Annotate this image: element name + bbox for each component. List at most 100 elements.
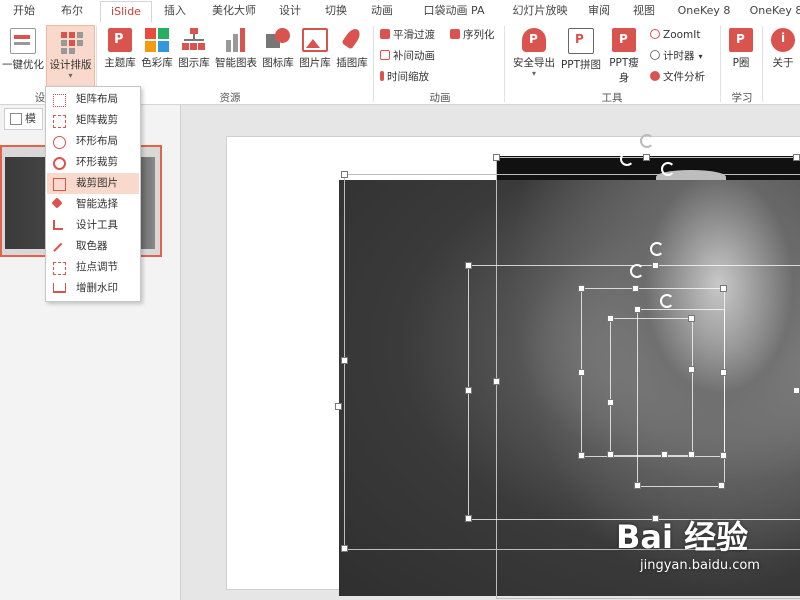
tab-beautify-master[interactable]: 美化大师 bbox=[203, 0, 265, 22]
menu-item-matrix-layout[interactable]: 矩阵布局 bbox=[47, 89, 139, 110]
resize-handle[interactable] bbox=[607, 451, 614, 458]
tab-transitions[interactable]: 切换 bbox=[318, 0, 354, 22]
color-library-button[interactable]: 色彩库 bbox=[139, 28, 175, 86]
tab-animations[interactable]: 动画 bbox=[364, 0, 400, 22]
zoomit-button[interactable]: ZoomIt bbox=[650, 26, 700, 44]
onekey-optimize-button[interactable]: 一键优化 bbox=[2, 28, 44, 86]
template-tab[interactable]: 模 bbox=[4, 108, 43, 130]
resize-handle[interactable] bbox=[634, 306, 641, 313]
rotate-handle-icon[interactable] bbox=[650, 242, 664, 256]
rotate-handle-icon[interactable] bbox=[661, 162, 675, 176]
tab-insert[interactable]: 插入 bbox=[155, 0, 195, 22]
resize-handle[interactable] bbox=[643, 154, 650, 161]
menu-item-design-tools[interactable]: 设计工具 bbox=[47, 215, 139, 236]
tab-review[interactable]: 审阅 bbox=[584, 0, 614, 22]
design-layout-menu: 矩阵布局 矩阵裁剪 环形布局 环形裁剪 裁剪图片 智能选择 设计工具 取色器 拉… bbox=[45, 86, 141, 302]
group-separator bbox=[373, 26, 374, 102]
tween-animation-button[interactable]: 补间动画 bbox=[380, 47, 435, 65]
tab-onekey-2[interactable]: OneKey 8 bbox=[746, 0, 800, 22]
tab-view[interactable]: 视图 bbox=[624, 0, 664, 22]
home-icon bbox=[10, 113, 22, 125]
timer-dropdown-icon: ▾ bbox=[698, 52, 703, 61]
resize-handle[interactable] bbox=[578, 452, 585, 459]
menu-item-watermark[interactable]: 增删水印 bbox=[47, 278, 139, 299]
group-label-resources: 资源 bbox=[219, 92, 241, 104]
resize-handle[interactable] bbox=[607, 399, 614, 406]
resize-handle[interactable] bbox=[718, 482, 725, 489]
menu-item-smart-select[interactable]: 智能选择 bbox=[47, 194, 139, 215]
rotate-handle-icon[interactable] bbox=[620, 152, 634, 166]
menu-item-color-picker[interactable]: 取色器 bbox=[47, 236, 139, 257]
p-circle-button[interactable]: P P圈 bbox=[724, 28, 758, 86]
tab-home[interactable]: 开始 bbox=[4, 0, 44, 22]
rotate-handle-icon[interactable] bbox=[660, 294, 674, 308]
resize-handle[interactable] bbox=[578, 285, 585, 292]
icon-library-icon bbox=[266, 28, 290, 52]
menu-item-matrix-crop[interactable]: 矩阵裁剪 bbox=[47, 110, 139, 131]
resize-handle[interactable] bbox=[341, 171, 348, 178]
resize-handle[interactable] bbox=[465, 515, 472, 522]
safe-export-button[interactable]: P 安全导出 ▾ bbox=[510, 28, 558, 86]
icon-library-button[interactable]: 图标库 bbox=[260, 28, 296, 86]
onekey-optimize-icon bbox=[10, 28, 36, 54]
resize-handle[interactable] bbox=[688, 315, 695, 322]
resize-handle[interactable] bbox=[793, 154, 800, 161]
about-button[interactable]: i 关于 bbox=[766, 28, 800, 86]
diagram-library-icon bbox=[182, 28, 206, 52]
time-scale-button[interactable]: 时间缩放 bbox=[380, 68, 429, 86]
resize-handle[interactable] bbox=[661, 451, 668, 458]
tab-slideshow[interactable]: 幻灯片放映 bbox=[504, 0, 576, 22]
file-analysis-button[interactable]: 文件分析 bbox=[650, 68, 705, 86]
menu-item-point-adjust[interactable]: 拉点调节 bbox=[47, 257, 139, 278]
resize-handle[interactable] bbox=[493, 378, 500, 385]
resize-handle[interactable] bbox=[465, 387, 472, 394]
tab-boolean[interactable]: 布尔 bbox=[52, 0, 92, 22]
sequence-button[interactable]: 序列化 bbox=[450, 26, 495, 44]
illustration-library-button[interactable]: 插图库 bbox=[334, 26, 370, 86]
resize-handle[interactable] bbox=[607, 315, 614, 322]
theme-library-button[interactable]: P 主题库 bbox=[102, 28, 138, 86]
selection-frame-5[interactable] bbox=[637, 309, 725, 487]
resize-handle[interactable] bbox=[465, 262, 472, 269]
timer-button[interactable]: 计时器 ▾ bbox=[650, 47, 703, 65]
resize-handle[interactable] bbox=[720, 369, 727, 376]
resize-handle[interactable] bbox=[632, 285, 639, 292]
resize-handle[interactable] bbox=[720, 285, 727, 292]
tab-pocket-animation[interactable]: 口袋动画 PA bbox=[412, 0, 496, 22]
diagram-library-button[interactable]: 图示库 bbox=[176, 28, 212, 86]
resize-handle[interactable] bbox=[793, 387, 800, 394]
resize-handle[interactable] bbox=[335, 403, 342, 410]
diagram-library-label: 图示库 bbox=[178, 57, 210, 69]
smart-chart-icon bbox=[224, 28, 248, 52]
rotate-handle-icon[interactable] bbox=[640, 134, 654, 148]
timer-icon bbox=[650, 50, 660, 60]
smart-chart-button[interactable]: 智能图表 bbox=[213, 28, 259, 86]
design-layout-button[interactable]: 设计排版 ▾ bbox=[46, 25, 95, 87]
menu-item-ring-crop[interactable]: 环形裁剪 bbox=[47, 152, 139, 173]
stamp-icon bbox=[53, 283, 66, 293]
menu-item-crop-image[interactable]: 裁剪图片 bbox=[47, 173, 139, 194]
ppt-stitch-button[interactable]: P PPT拼图 bbox=[559, 28, 603, 86]
resize-handle[interactable] bbox=[341, 357, 348, 364]
safe-export-dropdown-icon: ▾ bbox=[531, 69, 536, 78]
design-tools-icon bbox=[53, 220, 63, 230]
resize-handle[interactable] bbox=[720, 452, 727, 459]
tab-islide[interactable]: iSlide bbox=[100, 1, 152, 24]
eyedropper-icon bbox=[53, 242, 64, 254]
resize-handle[interactable] bbox=[634, 482, 641, 489]
tab-design[interactable]: 设计 bbox=[272, 0, 308, 22]
resize-handle[interactable] bbox=[652, 262, 659, 269]
tab-onekey-1[interactable]: OneKey 8 bbox=[672, 0, 736, 22]
menu-item-label: 裁剪图片 bbox=[76, 177, 118, 189]
smooth-transition-button[interactable]: 平滑过渡 bbox=[380, 26, 435, 44]
ppt-slim-label: PPT瘦身 bbox=[609, 57, 639, 84]
resize-handle[interactable] bbox=[578, 369, 585, 376]
rotate-handle-icon[interactable] bbox=[630, 264, 644, 278]
menu-item-ring-layout[interactable]: 环形布局 bbox=[47, 131, 139, 152]
resize-handle[interactable] bbox=[341, 545, 348, 552]
resize-handle[interactable] bbox=[688, 451, 695, 458]
ppt-slim-button[interactable]: P PPT瘦身 bbox=[604, 28, 644, 86]
resize-handle[interactable] bbox=[493, 154, 500, 161]
picture-library-button[interactable]: 图片库 bbox=[297, 28, 333, 86]
resize-handle[interactable] bbox=[688, 366, 695, 373]
